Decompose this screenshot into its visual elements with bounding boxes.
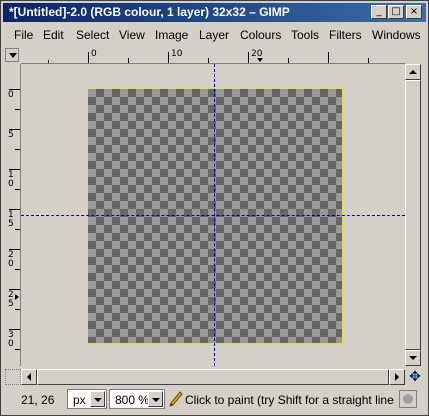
menu-filters[interactable]: Filters — [329, 28, 362, 42]
scroll-left-button[interactable] — [21, 369, 37, 385]
ruler-label: 10 — [8, 170, 14, 189]
horizontal-guide[interactable] — [21, 215, 405, 216]
maximize-button[interactable]: □ — [388, 5, 404, 19]
ruler-label: 5 — [8, 130, 14, 140]
zoom-value: 800 % — [115, 393, 150, 407]
menu-file[interactable]: File — [14, 28, 33, 42]
vertical-ruler[interactable]: 0 5 10 15 20 25 30 — [5, 64, 21, 366]
gimp-image-window: *[Untitled]-2.0 (RGB colour, 1 layer) 32… — [0, 0, 429, 416]
ruler-ticks — [48, 52, 369, 63]
navigate-button[interactable]: ✥ — [407, 369, 423, 385]
unit-selector[interactable]: px — [67, 389, 107, 409]
menu-tools[interactable]: Tools — [291, 28, 319, 42]
scroll-up-button[interactable] — [405, 64, 421, 80]
status-bar: 21, 26 px 800 % Click to paint (try Shif… — [3, 387, 426, 411]
pointer-coordinates: 21, 26 — [21, 393, 55, 407]
scroll-down-button[interactable] — [405, 350, 421, 366]
close-button[interactable]: × — [406, 5, 422, 19]
ruler-label: 30 — [8, 330, 14, 349]
ruler-label: 20 — [251, 49, 263, 59]
zoom-selector[interactable]: 800 % — [109, 389, 165, 409]
menu-select[interactable]: Select — [76, 28, 109, 42]
chevron-down-icon[interactable] — [90, 391, 105, 407]
ruler-label: 10 — [171, 49, 183, 59]
menu-edit[interactable]: Edit — [43, 28, 64, 42]
unit-value: px — [73, 393, 86, 407]
transparent-image[interactable] — [87, 88, 343, 344]
title-bar: *[Untitled]-2.0 (RGB colour, 1 layer) 32… — [3, 3, 426, 22]
vertical-scrollbar[interactable] — [405, 64, 421, 366]
quick-mask-toggle[interactable] — [5, 369, 21, 385]
ruler-label: 25 — [8, 290, 14, 309]
ruler-label: 20 — [8, 250, 14, 269]
pencil-icon — [169, 391, 183, 407]
vertical-scroll-thumb[interactable] — [405, 80, 421, 350]
horizontal-scroll-thumb[interactable] — [37, 369, 389, 385]
scroll-right-button[interactable] — [389, 369, 405, 385]
menu-layer[interactable]: Layer — [199, 28, 229, 42]
menu-image[interactable]: Image — [155, 28, 188, 42]
horizontal-scrollbar[interactable] — [21, 369, 405, 385]
menu-bar: File Edit Select View Image Layer Colour… — [3, 25, 426, 45]
menu-view[interactable]: View — [119, 28, 145, 42]
ruler-label: 15 — [8, 210, 14, 229]
ruler-label: 0 — [8, 90, 14, 100]
chevron-down-icon[interactable] — [148, 391, 163, 407]
image-canvas[interactable] — [21, 64, 405, 366]
cancel-button[interactable] — [399, 390, 417, 408]
image-menu-button[interactable] — [5, 48, 19, 62]
vertical-guide[interactable] — [214, 64, 215, 366]
navigate-icon: ✥ — [409, 368, 421, 384]
ruler-label: 0 — [91, 49, 97, 59]
window-title: *[Untitled]-2.0 (RGB colour, 1 layer) 32… — [9, 5, 290, 19]
horizontal-ruler[interactable]: 0 10 20 — [21, 48, 405, 64]
menu-colours[interactable]: Colours — [240, 28, 281, 42]
status-message: Click to paint (try Shift for a straight… — [185, 393, 395, 407]
pointer-marker — [15, 294, 19, 300]
menu-windows[interactable]: Windows — [372, 28, 421, 42]
minimize-button[interactable]: _ — [371, 5, 387, 19]
